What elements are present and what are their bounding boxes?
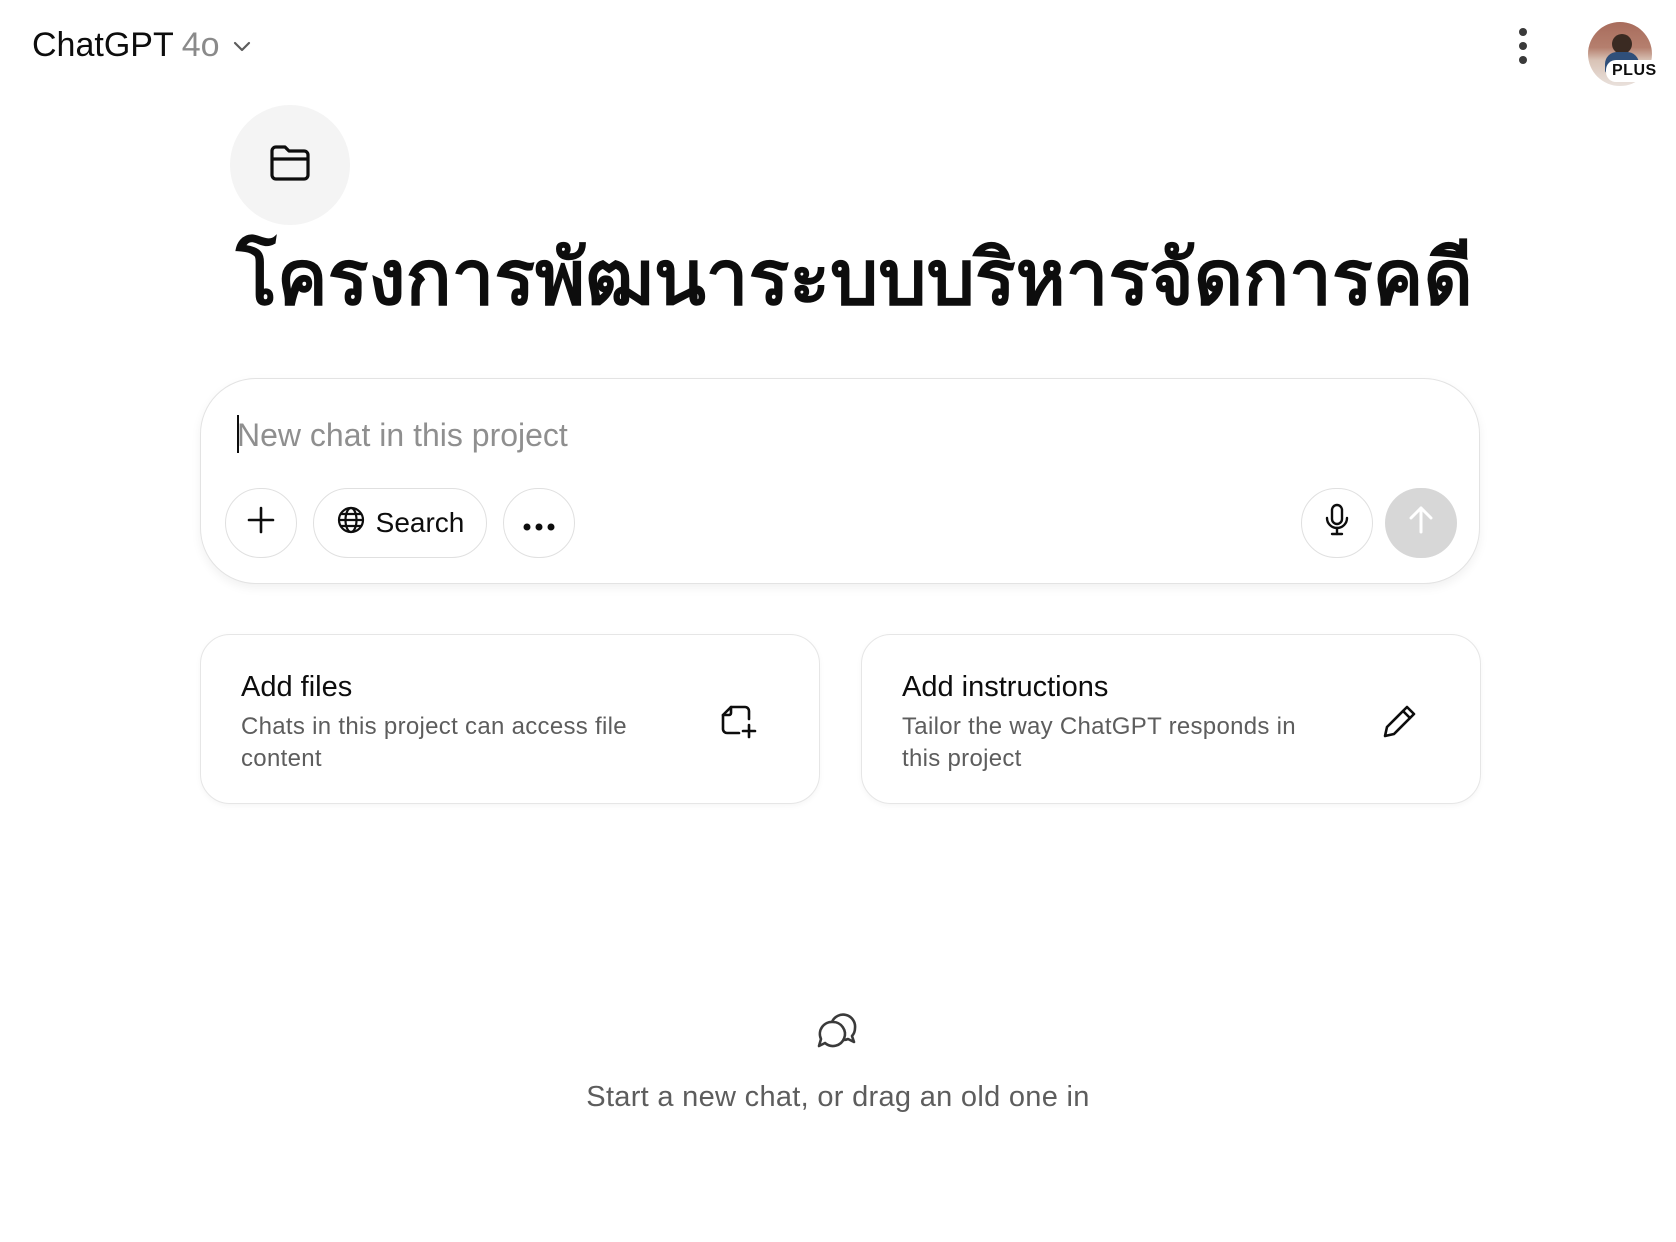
file-add-icon	[719, 701, 759, 741]
top-bar: ChatGPT 4o PLUS	[0, 0, 1676, 100]
search-label: Search	[375, 507, 465, 538]
search-button[interactable]: Search	[313, 488, 487, 558]
empty-state-text: Start a new chat, or drag an old one in	[586, 1081, 1090, 1113]
avatar-head	[1612, 34, 1632, 54]
globe-icon	[336, 505, 366, 542]
more-horizontal-icon	[522, 507, 556, 539]
add-files-title: Add files	[241, 671, 353, 703]
pencil-icon	[1380, 701, 1420, 741]
folder-icon	[268, 143, 312, 188]
send-button[interactable]	[1385, 488, 1457, 558]
add-instructions-title: Add instructions	[902, 671, 1109, 703]
model-name: ChatGPT	[32, 26, 174, 64]
add-instructions-card[interactable]: Add instructions Tailor the way ChatGPT …	[861, 634, 1481, 804]
project-icon-button[interactable]	[230, 105, 350, 225]
chevron-down-icon	[230, 34, 254, 58]
project-title: โครงการพัฒนาระบบบริหารจัดการคดี	[236, 233, 1473, 322]
microphone-icon	[1323, 502, 1351, 545]
empty-state: Start a new chat, or drag an old one in	[0, 1010, 1676, 1114]
attach-button[interactable]	[225, 488, 297, 558]
more-options-button[interactable]	[1505, 24, 1541, 72]
plus-icon	[246, 505, 276, 542]
avatar[interactable]: PLUS	[1588, 22, 1663, 86]
model-switcher[interactable]: ChatGPT 4o	[32, 26, 254, 65]
add-files-card[interactable]: Add files Chats in this project can acce…	[200, 634, 820, 804]
add-files-description: Chats in this project can access file co…	[241, 713, 627, 772]
tools-button[interactable]	[503, 488, 575, 558]
chat-bubbles-icon	[815, 1010, 861, 1052]
voice-button[interactable]	[1301, 488, 1373, 558]
add-instructions-description: Tailor the way ChatGPT responds in this …	[902, 713, 1296, 772]
more-vertical-icon	[1517, 26, 1529, 71]
plan-badge: PLUS	[1606, 60, 1663, 82]
chat-input[interactable]	[237, 407, 1417, 463]
text-caret	[237, 415, 239, 453]
arrow-up-icon	[1406, 504, 1436, 543]
chat-composer: Search	[200, 378, 1480, 584]
model-version: 4o	[181, 26, 220, 64]
